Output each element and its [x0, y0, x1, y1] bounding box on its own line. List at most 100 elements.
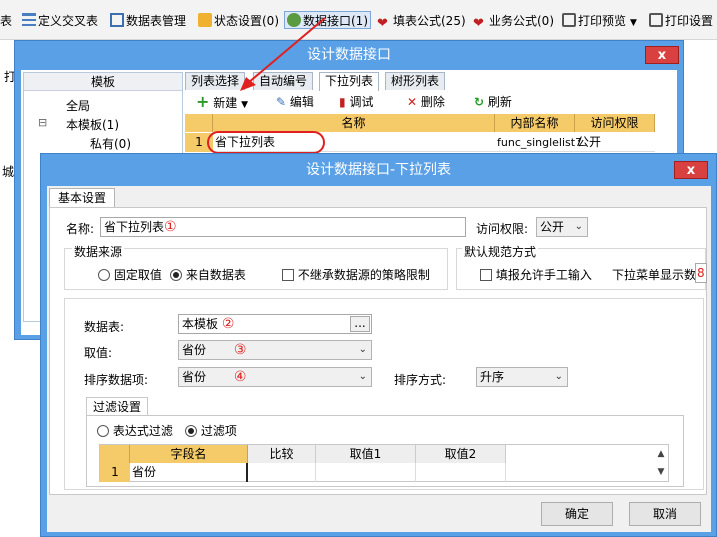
toolbar-fill-formula[interactable]: ❤ 填表公式(25) — [377, 12, 466, 31]
basic-settings-pane: 名称: 省下拉列表① 访问权限: 公开 ⌄ 数据来源 固定取值 来自数据表 不继承… — [49, 207, 707, 495]
manual-input-checkbox[interactable]: 填报允许手工输入 — [480, 266, 592, 283]
radio-icon — [98, 269, 110, 281]
chevron-down-icon: ▼ — [241, 100, 248, 110]
ok-button[interactable]: 确定 — [541, 502, 613, 526]
refresh-button[interactable]: ↻ 刷新 — [474, 91, 512, 113]
cancel-button[interactable]: 取消 — [629, 502, 701, 526]
grid-corner — [185, 114, 213, 132]
grid-scrollbar[interactable]: ▲ ▼ — [654, 445, 668, 481]
button-label: 调试 — [349, 95, 374, 109]
chevron-down-icon: ▼ — [630, 18, 637, 28]
radio-label: 过滤项 — [200, 424, 237, 438]
value-selected: 省份 — [182, 343, 207, 357]
name-value: 省下拉列表 — [104, 220, 165, 234]
access-value: 公开 — [540, 220, 565, 234]
toolbar-label: 定义交叉表 — [38, 14, 99, 28]
sort-mode-selected: 升序 — [480, 370, 505, 384]
toolbar-datatable-manage[interactable]: 数据表管理 — [110, 12, 186, 30]
radio-label: 来自数据表 — [185, 268, 246, 282]
inherit-checkbox[interactable]: 不继承数据源的策略限制 — [282, 266, 430, 283]
value-select[interactable]: 省份 ③ ⌄ — [178, 340, 372, 360]
tree-item-this-template[interactable]: ⊟ 本模板(1) — [26, 116, 176, 135]
tab-tree-list[interactable]: 树形列表 — [385, 72, 446, 90]
crosstab-icon — [22, 13, 36, 27]
radio-icon — [97, 425, 109, 437]
printer-icon — [649, 13, 663, 27]
edit-icon: ✎ — [276, 95, 287, 109]
sort-field-select[interactable]: 省份 ④ ⌄ — [178, 367, 372, 387]
close-button[interactable]: x — [674, 161, 708, 179]
refresh-icon: ↻ — [474, 95, 485, 109]
close-button[interactable]: x — [645, 46, 679, 64]
row-value1[interactable] — [318, 463, 416, 482]
dialog-title: 设计数据接口-下拉列表 — [305, 162, 452, 178]
delete-button[interactable]: ✕ 删除 — [407, 91, 445, 113]
toolbar-define-crosstab[interactable]: 定义交叉表 — [22, 12, 98, 30]
row-compare[interactable] — [250, 463, 316, 482]
chevron-down-icon: ⌄ — [358, 344, 367, 355]
button-label: 编辑 — [289, 95, 314, 109]
printer-icon — [562, 13, 576, 27]
toolbar-item-partial[interactable]: 表 — [0, 12, 12, 30]
row-number: 1 — [100, 463, 130, 482]
collapse-icon[interactable]: ⊟ — [38, 116, 47, 129]
delete-icon: ✕ — [407, 95, 418, 109]
dialog-title: 设计数据接口 — [307, 47, 391, 63]
grid-header-value2: 取值2 — [416, 445, 506, 463]
debug-icon: ▮ — [339, 95, 346, 109]
template-panel-header: 模板 — [24, 73, 182, 91]
access-label: 访问权限: — [476, 222, 529, 236]
plus-icon: + — [196, 92, 210, 111]
radio-selected-icon — [185, 425, 197, 437]
chevron-down-icon: ⌄ — [358, 371, 367, 382]
scroll-up-icon[interactable]: ▲ — [654, 445, 668, 463]
row-access: 公开 — [577, 135, 602, 149]
row-internal-name: func_singlelist7 — [497, 136, 583, 149]
dropdown-count-label: 下拉菜单显示数 — [612, 268, 697, 282]
annotation-number: ② — [221, 316, 235, 332]
radio-from-table[interactable]: 来自数据表 — [170, 266, 246, 283]
radio-expression-filter[interactable]: 表达式过滤 — [97, 422, 173, 439]
normalization-title: 默认规范方式 — [462, 243, 539, 260]
interface-grid: 名称 内部名称 访问权限 1 省下拉列表 func_singlelist7 公开 — [185, 114, 673, 154]
toolbar-print-settings[interactable]: 打印设置 — [649, 12, 713, 30]
grid-header-name: 名称 — [213, 114, 495, 132]
business-formula-icon: ❤ — [473, 16, 484, 31]
radio-label: 固定取值 — [113, 268, 162, 282]
annotation-arrow — [240, 17, 326, 91]
sort-mode-select[interactable]: 升序 ⌄ — [476, 367, 568, 387]
dialog-body: 基本设置 名称: 省下拉列表① 访问权限: 公开 ⌄ 数据来源 固定取值 来自数据… — [47, 186, 711, 532]
button-label: 删除 — [420, 95, 445, 109]
radio-selected-icon — [170, 269, 182, 281]
dropdown-list-dialog: 设计数据接口-下拉列表 x 基本设置 名称: 省下拉列表① 访问权限: 公开 ⌄ … — [40, 153, 717, 537]
data-source-title: 数据来源 — [72, 243, 125, 260]
filter-pane: 表达式过滤 过滤项 字段名 比较 取值1 取值2 1 省份 ▲ ▼ — [86, 415, 684, 487]
row-value2[interactable] — [418, 463, 506, 482]
row-field[interactable]: 省份 — [132, 463, 248, 482]
browse-button[interactable]: ... — [350, 316, 370, 332]
tab-filter-settings[interactable]: 过滤设置 — [86, 397, 149, 416]
toolbar-business-formula[interactable]: ❤ 业务公式(0) — [473, 12, 554, 31]
checkbox-icon — [480, 269, 492, 281]
tree-item-global[interactable]: 全局 — [26, 97, 176, 116]
table-input[interactable]: 本模板 ② — [178, 314, 372, 334]
tree-item-private[interactable]: 私有(0) — [26, 135, 176, 154]
dropdown-count-input[interactable]: 8 — [695, 263, 707, 283]
grid-corner — [100, 445, 130, 463]
table-row[interactable]: 1 省份 — [100, 463, 660, 482]
annotation-number: ③ — [233, 342, 247, 358]
radio-filter-item[interactable]: 过滤项 — [185, 422, 237, 439]
tab-basic-settings[interactable]: 基本设置 — [49, 188, 116, 208]
scroll-down-icon[interactable]: ▼ — [654, 463, 668, 481]
filter-grid: 字段名 比较 取值1 取值2 1 省份 ▲ ▼ — [99, 444, 669, 482]
toolbar-print-preview[interactable]: 打印预览 ▼ — [562, 12, 637, 30]
grid-header-access: 访问权限 — [575, 114, 655, 132]
annotation-number: ① — [164, 219, 177, 235]
background-fragment: 城 — [2, 165, 15, 179]
button-label: 刷新 — [487, 95, 512, 109]
debug-button[interactable]: ▮ 调试 — [339, 91, 373, 113]
radio-fixed-value[interactable]: 固定取值 — [98, 266, 162, 283]
toolbar-label: 打印预览 — [578, 14, 627, 28]
access-select[interactable]: 公开 ⌄ — [536, 217, 588, 237]
name-input[interactable]: 省下拉列表① — [100, 217, 466, 237]
